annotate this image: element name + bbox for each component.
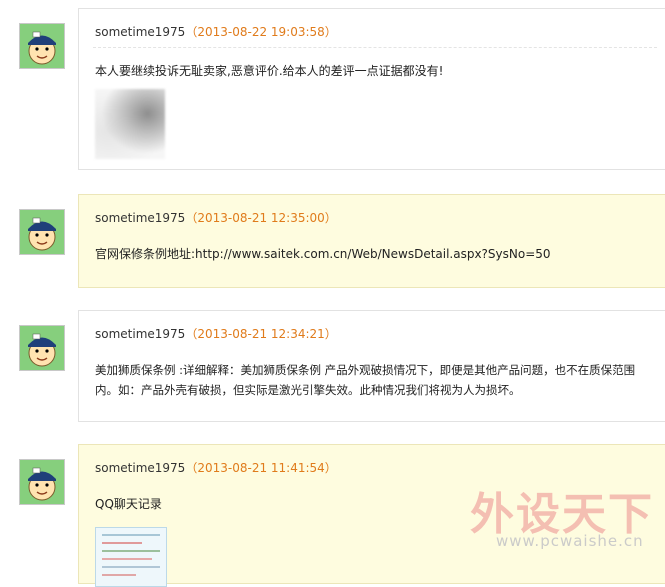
open-paren: （ — [185, 25, 198, 39]
close-paren: ） — [324, 461, 337, 475]
comment-meta: sometime1975（2013-08-22 19:03:58） — [95, 23, 337, 40]
comment-card: sometime1975（2013-08-22 19:03:58） 本人要继续投… — [78, 8, 665, 170]
comment-timestamp: 2013-08-22 19:03:58 — [197, 25, 325, 39]
comment-text: 官网保修条例地址:http://www.saitek.com.cn/Web/Ne… — [95, 247, 551, 261]
avatar[interactable] — [19, 325, 65, 371]
comment-username[interactable]: sometime1975 — [95, 461, 185, 475]
divider — [93, 47, 657, 48]
open-paren: （ — [185, 461, 198, 475]
comment-card: sometime1975（2013-08-21 12:34:21） 美加狮质保条… — [78, 310, 665, 422]
avatar[interactable] — [19, 209, 65, 255]
comment-text: 美加狮质保条例 :详细解释：美加狮质保条例 产品外观破损情况下，即便是其他产品问… — [95, 363, 636, 397]
open-paren: （ — [185, 211, 198, 225]
close-paren: ） — [324, 25, 337, 39]
comment-timestamp: 2013-08-21 11:41:54 — [197, 461, 325, 475]
attachment-thumbnail[interactable] — [95, 89, 165, 159]
chat-screenshot-thumbnail[interactable] — [95, 527, 167, 587]
comment-username[interactable]: sometime1975 — [95, 327, 185, 341]
avatar[interactable] — [19, 459, 65, 505]
open-paren: （ — [185, 327, 198, 341]
comment-username[interactable]: sometime1975 — [95, 25, 185, 39]
close-paren: ） — [324, 211, 337, 225]
avatar[interactable] — [19, 23, 65, 69]
comment-timestamp: 2013-08-21 12:35:00 — [197, 211, 325, 225]
comment-meta: sometime1975（2013-08-21 12:35:00） — [95, 209, 337, 226]
comment-meta: sometime1975（2013-08-21 12:34:21） — [95, 325, 337, 342]
watermark: 外设天下 www.pcwaishe.cn — [470, 478, 660, 558]
comment-username[interactable]: sometime1975 — [95, 211, 185, 225]
comment-text: 本人要继续投诉无耻卖家,恶意评价.给本人的差评一点证据都没有! — [95, 64, 444, 78]
close-paren: ） — [324, 327, 337, 341]
comment-card: sometime1975（2013-08-21 12:35:00） 官网保修条例… — [78, 194, 665, 288]
comment-meta: sometime1975（2013-08-21 11:41:54） — [95, 459, 337, 476]
watermark-url: www.pcwaishe.cn — [496, 532, 644, 550]
comment-timestamp: 2013-08-21 12:34:21 — [197, 327, 325, 341]
